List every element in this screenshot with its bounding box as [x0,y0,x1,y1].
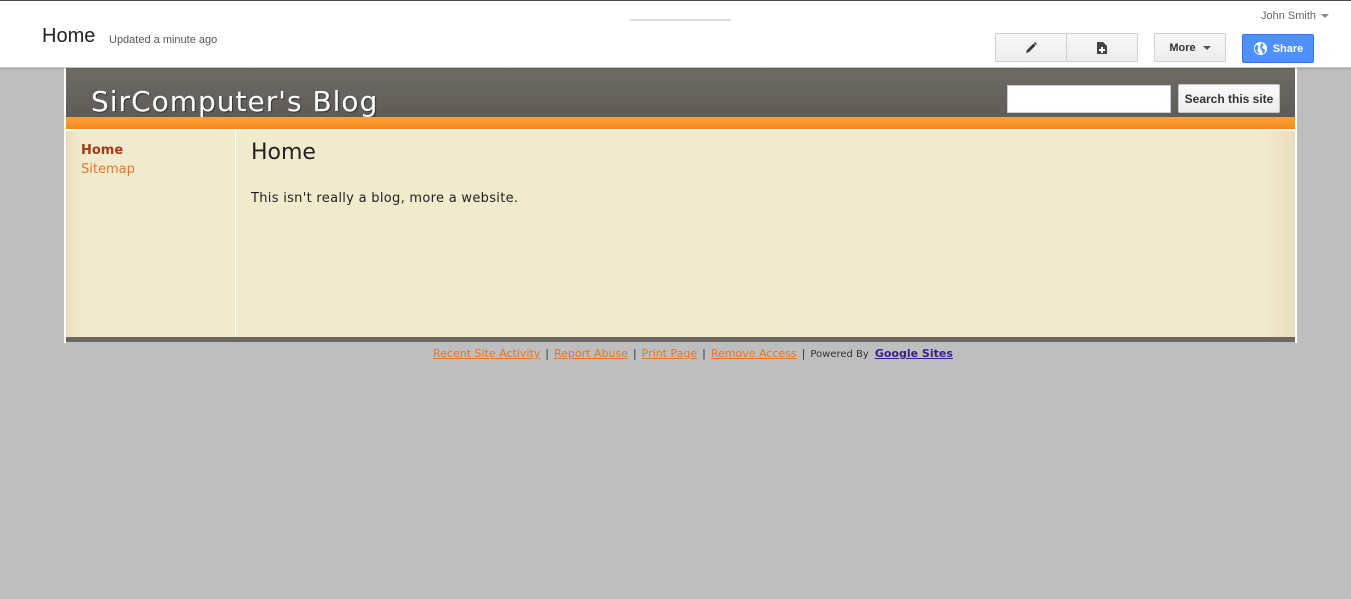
share-button[interactable]: Share [1242,34,1314,63]
footer-link-report-abuse[interactable]: Report Abuse [554,347,628,360]
user-name: John Smith [1260,10,1316,22]
footer-link-recent-activity[interactable]: Recent Site Activity [433,347,540,360]
chevron-down-icon [1202,45,1211,50]
pencil-icon [1026,41,1037,53]
sidebar-item-sitemap[interactable]: Sitemap [81,162,135,177]
footer-separator: | [632,347,637,360]
header-accent-bar [66,117,1295,129]
site-container: SirComputer's Blog Search this site Home… [64,68,1297,343]
footer-separator: | [801,347,806,360]
site-header: SirComputer's Blog Search this site [66,68,1295,118]
footer-links: Recent Site Activity | Report Abuse | Print … [433,347,953,360]
updated-status: Updated a minute ago [109,34,218,46]
new-page-icon [1097,41,1107,54]
search-button[interactable]: Search this site [1178,84,1280,113]
footer-separator: | [702,347,706,360]
powered-by-text: Powered By [810,349,869,360]
footer-link-remove-access[interactable]: Remove Access [711,347,797,360]
footer-link-print-page[interactable]: Print Page [642,347,697,360]
user-menu[interactable]: John Smith [1261,10,1329,22]
content-edge-right [1261,131,1295,337]
edit-page-button[interactable] [996,34,1066,61]
google-sites-toolbar: Home Updated a minute ago John Smith Mor… [0,0,1351,68]
chevron-down-icon [1321,14,1329,19]
page-title: Home [42,25,96,47]
site-footer-bar [66,337,1295,342]
footer-separator: | [545,347,549,360]
main-body-text: This isn't really a blog, more a website… [251,191,519,206]
site-title[interactable]: SirComputer's Blog [91,85,378,118]
sidebar: Home Sitemap [66,131,236,337]
search-input[interactable] [1007,85,1171,113]
more-label: More [1169,41,1196,54]
new-page-button[interactable] [1066,34,1137,61]
footer-link-google-sites[interactable]: Google Sites [875,347,953,360]
globe-icon [1253,41,1267,56]
more-button[interactable]: More [1154,33,1226,62]
share-label: Share [1272,42,1304,55]
edit-button-group [995,33,1138,62]
sidebar-item-home[interactable]: Home [81,143,123,158]
content-area: Home Sitemap Home This isn't really a bl… [66,131,1295,337]
main-heading: Home [251,140,316,165]
loading-indicator [630,19,731,21]
